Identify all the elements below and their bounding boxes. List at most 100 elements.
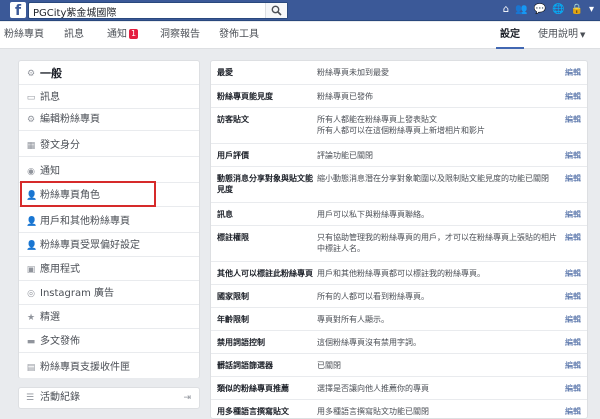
preferences-icon: 👤 [26,241,38,251]
apps-icon: ▣ [26,265,36,275]
activity-log-label: 活動紀錄 [40,392,80,403]
sidebar-item[interactable]: 👤 粉絲專頁受眾偏好設定 [19,235,199,257]
settings-row: 禁用詞語控制 這個粉絲專頁沒有禁用字詞。 編輯 [211,331,587,354]
sidebar-item-label: 一般 [40,67,62,80]
edit-link[interactable]: 編輯 [565,268,581,279]
tab-settings[interactable]: 設定 [496,22,524,49]
instagram-icon: ◎ [27,289,35,299]
tab-insights[interactable]: 洞察報告 [160,22,200,48]
notification-count-badge: 1 [129,29,139,39]
setting-label: 標註權限 [217,233,249,242]
sidebar-item-label: 通知 [40,166,60,177]
edit-link[interactable]: 編輯 [565,173,581,184]
settings-panel: 最愛 粉絲專頁未加到最愛 編輯 粉絲專頁能見度 粉絲專頁已發佈 編輯 訪客貼文 所有人都能在粉… [210,60,588,419]
edit-link[interactable]: 編輯 [565,383,581,394]
edit-link[interactable]: 編輯 [565,67,581,78]
tab-page[interactable]: 粉絲專頁 [4,22,44,48]
top-right-icons: ⌂ 👥 💬 🌐 🔒 ▾ [503,3,594,17]
sidebar-item[interactable]: ⚙ 一般 [19,63,199,85]
setting-description: 選擇是否讓向他人推薦你的專頁 [317,384,429,393]
setting-description: 所有的人都可以看到粉絲專頁。 [317,292,429,301]
setting-description: 粉絲專頁已發佈 [317,92,373,101]
sidebar-item[interactable]: ▦ 發文身分 [19,135,199,157]
tab-publishing-tools[interactable]: 發佈工具 [219,22,259,48]
edit-link[interactable]: 編輯 [565,232,581,243]
settings-row: 年齡限制 專頁對所有人顯示。 編輯 [211,308,587,331]
setting-label: 訊息 [217,210,233,219]
setting-description: 用多種語言撰寫貼文功能已關閉 [317,407,429,416]
edit-link[interactable]: 編輯 [565,209,581,220]
setting-description: 縮小動態消息潛在分享對象範圍以及限制貼文能見度的功能已關閉 [317,174,549,183]
privacy-lock-icon[interactable]: 🔒 [571,3,583,17]
page-nav-bar: 粉絲專頁 訊息 通知 1 洞察報告 發佈工具 設定 使用說明 ▼ [0,22,600,49]
help-menu[interactable]: 使用說明 ▼ [538,22,585,48]
sidebar-item-label: 粉絲專頁受眾偏好設定 [40,240,140,251]
settings-row: 類似的粉絲專頁推薦 選擇是否讓向他人推薦你的專頁 編輯 [211,377,587,400]
friends-icon[interactable]: 👥 [515,3,527,17]
setting-label: 類似的粉絲專頁推薦 [217,384,289,393]
sidebar-item[interactable]: 👤 用戶和其他粉絲專頁 [19,211,199,233]
sidebar-item-label: 應用程式 [40,264,80,275]
sidebar-item[interactable]: ⚙ 編輯粉絲專頁 [19,109,199,131]
sidebar-item-label: 訊息 [40,92,60,103]
setting-description: 專頁對所有人顯示。 [317,315,389,324]
sidebar-item-label: 發文身分 [40,140,80,151]
settings-row: 最愛 粉絲專頁未加到最愛 編輯 [211,61,587,85]
search-box[interactable]: PGCity紫金城國際 [28,2,288,19]
sidebar-item-label: 粉絲專頁支援收件匣 [40,362,130,373]
sidebar-item[interactable]: ◎ Instagram 廣告 [19,283,199,305]
people-icon: 👤 [26,217,38,227]
gear-icon: ⚙ [26,69,36,79]
sidebar-item-label: 多文發佈 [40,336,80,347]
settings-row: 粉絲專頁能見度 粉絲專頁已發佈 編輯 [211,85,587,108]
setting-description: 粉絲專頁未加到最愛 [317,68,389,77]
highlight-box [20,181,156,207]
edit-link[interactable]: 編輯 [565,360,581,371]
setting-label: 國家限制 [217,292,249,301]
star-icon: ★ [26,313,36,323]
top-bar: f PGCity紫金城國際 ⌂ 👥 💬 🌐 🔒 ▾ [0,0,600,21]
setting-label: 用多種語言撰寫貼文 [217,407,289,416]
chevron-down-icon: ▼ [580,31,586,39]
setting-label: 最愛 [217,68,233,77]
messages-icon[interactable]: 💬 [534,3,546,17]
sidebar-item[interactable]: ◉ 通知 [19,161,199,183]
home-icon[interactable]: ⌂ [503,3,509,17]
search-button[interactable] [265,3,287,18]
tab-messages[interactable]: 訊息 [64,22,84,48]
sidebar-item-label: Instagram 廣告 [40,288,115,299]
sidebar-item[interactable]: ▣ 應用程式 [19,259,199,281]
crosspost-icon: ▬ [26,337,36,347]
edit-link[interactable]: 編輯 [565,291,581,302]
settings-row: 訪客貼文 所有人都能在粉絲專頁上發表貼文 所有人都可以在這個粉絲專頁上新增相片和影… [211,108,587,144]
sidebar-item-label: 編輯粉絲專頁 [40,114,100,125]
edit-link[interactable]: 編輯 [565,114,581,125]
setting-label: 其他人可以標註此粉絲專頁 [217,269,313,278]
arrow-right-icon: ⇥ [183,393,191,403]
edit-link[interactable]: 編輯 [565,91,581,102]
activity-log-panel[interactable]: ☰ 活動紀錄 ⇥ [18,387,200,409]
account-menu-icon[interactable]: ▾ [589,3,594,17]
settings-row: 髒話詞語篩選器 已關閉 編輯 [211,354,587,377]
settings-row: 用戶評價 評論功能已關閉 編輯 [211,144,587,167]
settings-row: 用多種語言撰寫貼文 用多種語言撰寫貼文功能已關閉 編輯 [211,400,587,418]
edit-link[interactable]: 編輯 [565,314,581,325]
facebook-logo-icon[interactable]: f [10,2,26,19]
globe-icon: ◉ [27,167,35,177]
sidebar-item-label: 用戶和其他粉絲專頁 [40,216,130,227]
edit-link[interactable]: 編輯 [565,337,581,348]
sidebar-item[interactable]: ▭ 訊息 [19,87,199,109]
setting-label: 粉絲專頁能見度 [217,92,273,101]
sidebar-item[interactable]: ▤ 粉絲專頁支援收件匣 [19,357,199,379]
edit-link[interactable]: 編輯 [565,150,581,161]
tab-notifications[interactable]: 通知 1 [107,22,139,48]
setting-description: 已關閉 [317,361,341,370]
setting-label: 髒話詞語篩選器 [217,361,273,370]
settings-sidebar: ⚙ 一般 ▭ 訊息 ⚙ 編輯粉絲專頁 ▦ 發文身分 ◉ 通知 👤 粉絲專頁角色 👤 用戶和其他粉絲專頁 👤 粉… [18,60,200,379]
notifications-icon[interactable]: 🌐 [552,3,564,17]
sidebar-item[interactable]: ▬ 多文發佈 [19,331,199,353]
edit-link[interactable]: 編輯 [565,406,581,417]
search-input[interactable]: PGCity紫金城國際 [33,4,116,19]
sidebar-item[interactable]: ★ 精選 [19,307,199,329]
inbox-icon: ▤ [26,363,36,373]
